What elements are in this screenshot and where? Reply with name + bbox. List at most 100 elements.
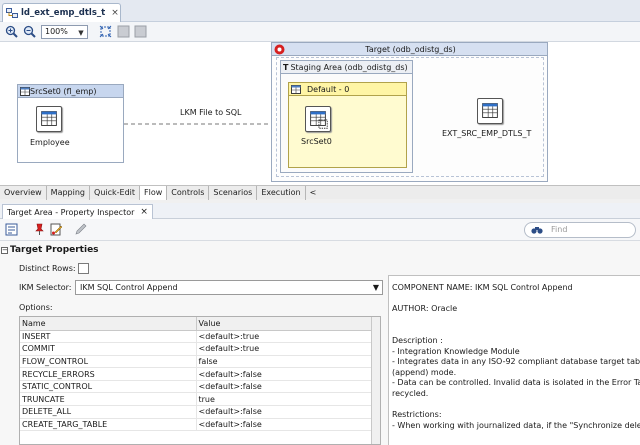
layout-icon[interactable] [117, 25, 130, 38]
mapping-canvas[interactable]: SrcSet0 (fl_emp) Employee LKM File to SQ… [0, 42, 640, 185]
default-set-title: Default - 0 [307, 84, 350, 94]
restrictions-header: Restrictions: [392, 410, 442, 420]
zoom-out-icon[interactable] [23, 25, 36, 38]
zoom-select[interactable]: 100% ▼ [41, 25, 88, 39]
option-name: CREATE_TARG_TABLE [20, 418, 197, 432]
tab-scroll-left-icon[interactable]: < [306, 186, 321, 200]
tab-controls[interactable]: Controls [167, 186, 210, 200]
chevron-down-icon: ▼ [372, 283, 379, 292]
option-value[interactable]: <default>:false [196, 380, 372, 394]
find-input[interactable]: Find [524, 222, 636, 238]
option-name: DELETE_ALL [20, 405, 197, 419]
option-value[interactable]: <default>:true [196, 342, 372, 356]
editor-tab-mapping[interactable]: ld_ext_emp_dtls_t × [2, 3, 121, 22]
option-value[interactable]: false [196, 355, 372, 369]
option-name: TRUNCATE [20, 392, 197, 407]
column-header-value[interactable]: Value [196, 317, 372, 331]
canvas-tab-strip: Overview Mapping Quick-Edit Flow Control… [0, 185, 640, 200]
table-icon [291, 84, 301, 94]
table-row[interactable]: CREATE_TARG_TABLE <default>:false [20, 418, 372, 432]
binoculars-icon [531, 227, 543, 234]
table-row[interactable]: FLOW_CONTROL false [20, 355, 372, 369]
table-row[interactable]: COMMIT <default>:true [20, 342, 372, 356]
option-value[interactable]: true [196, 392, 372, 407]
option-name: RECYCLE_ERRORS [20, 367, 197, 381]
description-line: - Integration Knowledge Module [392, 346, 520, 356]
tab-mapping[interactable]: Mapping [47, 186, 91, 200]
target-group-title: Target (odb_odistg_ds) [365, 44, 456, 54]
description-line: (append) mode. [392, 367, 457, 377]
target-group[interactable]: Target (odb_odistg_ds) T Staging Area (o… [271, 42, 548, 182]
author: AUTHOR: Oracle [392, 304, 458, 314]
ikm-select[interactable]: IKM SQL Control Append ▼ [75, 280, 383, 295]
restriction-line: - When working with journalized data, if… [392, 420, 640, 430]
option-name: STATIC_CONTROL [20, 380, 197, 394]
default-set[interactable]: Default - 0 SrcSet0 [288, 82, 407, 168]
close-icon[interactable]: × [140, 206, 148, 219]
option-value[interactable]: <default>:false [196, 418, 372, 432]
chevron-down-icon: ▼ [78, 29, 84, 37]
component-name: COMPONENT NAME: IKM SQL Control Append [392, 283, 573, 292]
close-icon[interactable]: × [111, 8, 119, 18]
option-name: FLOW_CONTROL [20, 355, 197, 369]
table-row[interactable]: STATIC_CONTROL <default>:false [20, 380, 372, 394]
diagram-toolbar: 100% ▼ [0, 22, 640, 42]
table-icon[interactable] [305, 106, 331, 132]
option-value[interactable]: <default>:false [196, 405, 372, 419]
description-line: - Data can be controlled. Invalid data i… [392, 378, 640, 388]
inspector-tab-strip: Target Area - Property Inspector × [0, 203, 640, 219]
description-panel: COMPONENT NAME: IKM SQL Control Append A… [388, 275, 640, 445]
tab-flow[interactable]: Flow [140, 186, 168, 200]
fit-icon[interactable] [99, 25, 112, 38]
section-title: Target Properties [10, 245, 99, 255]
pin-icon[interactable] [33, 223, 46, 236]
distinct-rows-checkbox[interactable] [78, 263, 89, 274]
error-icon [274, 44, 285, 55]
pencil-icon[interactable] [74, 223, 87, 236]
connector-label: LKM File to SQL [180, 108, 242, 117]
staging-area-title: Staging Area (odb_odistg_ds) [290, 62, 408, 72]
inspector-toolbar: Find [0, 219, 640, 241]
tab-quick-edit[interactable]: Quick-Edit [90, 186, 141, 200]
default-set-header: Default - 0 [289, 83, 406, 96]
option-name: COMMIT [20, 342, 197, 356]
target-group-header: Target (odb_odistg_ds) [272, 43, 547, 56]
table-scrollbar[interactable] [371, 317, 380, 444]
options-table[interactable]: Name Value INSERT <default>:true COMMIT <d… [19, 316, 381, 445]
table-row[interactable]: TRUNCATE true [20, 392, 372, 407]
table-row[interactable]: INSERT <default>:true [20, 330, 372, 344]
staging-icon: T [283, 62, 289, 72]
inspector-body: − Target Properties Distinct Rows: IKM S… [0, 241, 640, 445]
staging-area[interactable]: T Staging Area (odb_odistg_ds) Default -… [280, 60, 413, 173]
ikm-selector-label: IKM Selector: [19, 283, 72, 292]
inspector-tab[interactable]: Target Area - Property Inspector × [2, 204, 153, 219]
description-line: recycled. [392, 388, 429, 398]
editor-tab-title: ld_ext_emp_dtls_t [21, 8, 106, 18]
options-label: Options: [19, 303, 53, 312]
option-value[interactable]: <default>:false [196, 367, 372, 381]
zoom-in-icon[interactable] [5, 25, 18, 38]
layout-icon[interactable] [134, 25, 147, 38]
staging-area-header: T Staging Area (odb_odistg_ds) [281, 61, 412, 74]
find-placeholder: Find [551, 225, 568, 234]
option-name: INSERT [20, 330, 197, 344]
tab-overview[interactable]: Overview [0, 186, 47, 200]
tab-scenarios[interactable]: Scenarios [209, 186, 258, 200]
collapse-icon[interactable]: − [1, 247, 8, 254]
ikm-selected-value: IKM SQL Control Append [80, 283, 178, 292]
description-line: - Integrates data in any ISO-92 complian… [392, 357, 640, 367]
staging-set-label: SrcSet0 [301, 137, 332, 146]
editor-tab-strip: ld_ext_emp_dtls_t × [0, 0, 640, 22]
mapping-icon [6, 8, 18, 18]
table-row[interactable]: RECYCLE_ERRORS <default>:false [20, 367, 372, 381]
edit-icon[interactable] [50, 223, 63, 236]
inspector-tab-title: Target Area - Property Inspector [7, 207, 135, 217]
description-header: Description : [392, 335, 443, 345]
tab-execution[interactable]: Execution [257, 186, 306, 200]
option-value[interactable]: <default>:true [196, 330, 372, 344]
target-datastore-label: EXT_SRC_EMP_DTLS_T [442, 129, 532, 138]
settings-icon[interactable] [5, 223, 18, 236]
column-header-name[interactable]: Name [20, 317, 197, 331]
table-row[interactable]: DELETE_ALL <default>:false [20, 405, 372, 419]
table-icon[interactable] [477, 98, 503, 124]
